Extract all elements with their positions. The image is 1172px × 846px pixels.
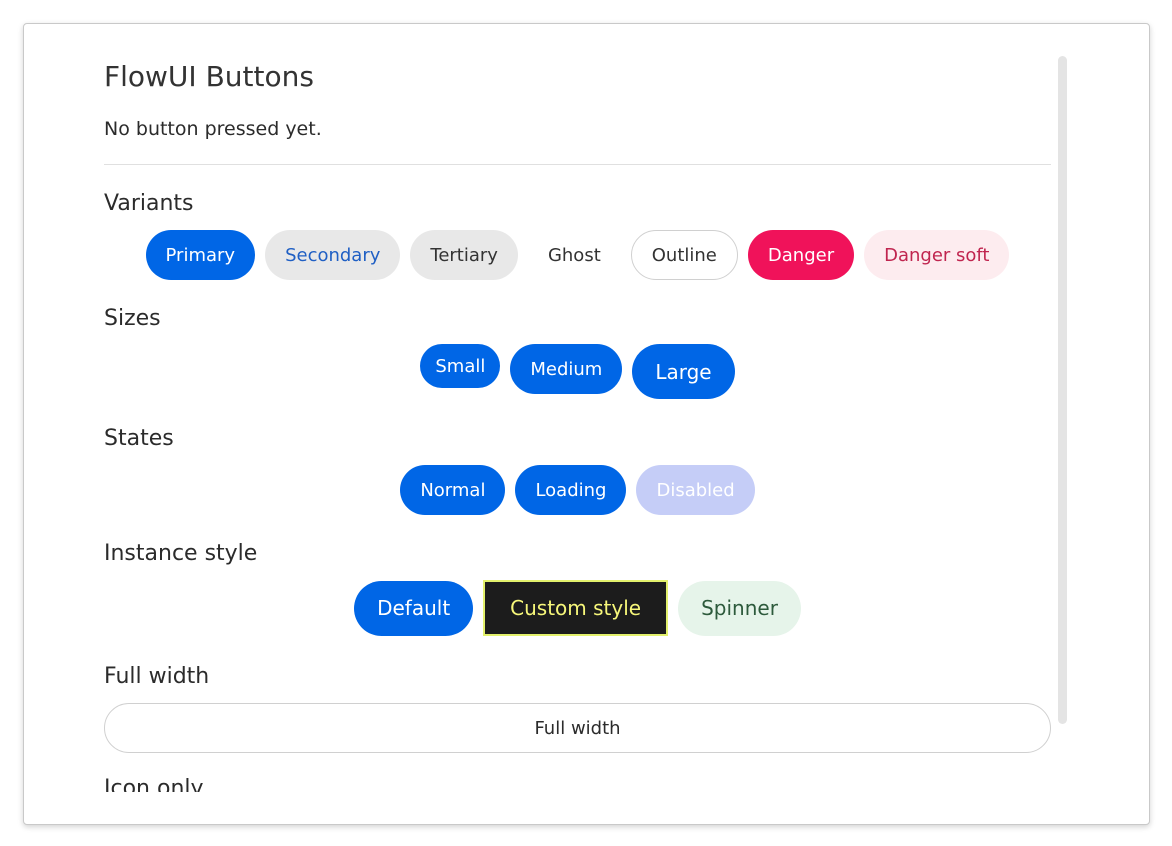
outline-button[interactable]: Outline bbox=[630, 230, 738, 280]
full-width-button[interactable]: Full width bbox=[104, 703, 1051, 753]
status-text: No button pressed yet. bbox=[104, 118, 322, 140]
default-button[interactable]: Default bbox=[354, 580, 474, 636]
tertiary-button[interactable]: Tertiary bbox=[410, 230, 518, 280]
section-title-sizes: Sizes bbox=[104, 306, 161, 331]
sizes-row: Small Medium Large bbox=[104, 344, 1051, 400]
ghost-button[interactable]: Ghost bbox=[528, 230, 621, 280]
variants-row: Primary Secondary Tertiary Ghost Outline… bbox=[104, 230, 1051, 280]
small-button[interactable]: Small bbox=[420, 344, 501, 388]
danger-button[interactable]: Danger bbox=[747, 230, 855, 280]
divider bbox=[104, 164, 1051, 165]
spinner-button[interactable]: Spinner bbox=[678, 580, 801, 636]
states-row: Normal Loading Disabled bbox=[104, 465, 1051, 515]
section-title-full-width: Full width bbox=[104, 664, 210, 689]
section-title-states: States bbox=[104, 426, 174, 451]
vertical-scrollbar[interactable] bbox=[1058, 56, 1067, 724]
section-title-instance-style: Instance style bbox=[104, 541, 258, 566]
danger-soft-button[interactable]: Danger soft bbox=[864, 230, 1010, 280]
page-title: FlowUI Buttons bbox=[104, 60, 314, 93]
custom-style-button[interactable]: Custom style bbox=[483, 580, 669, 636]
medium-button[interactable]: Medium bbox=[510, 344, 623, 394]
app-window: FlowUI Buttons No button pressed yet. Va… bbox=[23, 23, 1150, 825]
section-title-variants: Variants bbox=[104, 191, 194, 216]
disabled-button: Disabled bbox=[636, 465, 755, 515]
secondary-button[interactable]: Secondary bbox=[265, 230, 401, 280]
scroll-area: FlowUI Buttons No button pressed yet. Va… bbox=[24, 24, 1149, 792]
large-button[interactable]: Large bbox=[632, 344, 735, 399]
instance-style-row: Default Custom style Spinner bbox=[104, 580, 1051, 636]
primary-button[interactable]: Primary bbox=[145, 230, 256, 280]
normal-button[interactable]: Normal bbox=[400, 465, 506, 515]
loading-button[interactable]: Loading bbox=[515, 465, 627, 515]
section-title-icon-only: Icon only bbox=[104, 776, 204, 792]
